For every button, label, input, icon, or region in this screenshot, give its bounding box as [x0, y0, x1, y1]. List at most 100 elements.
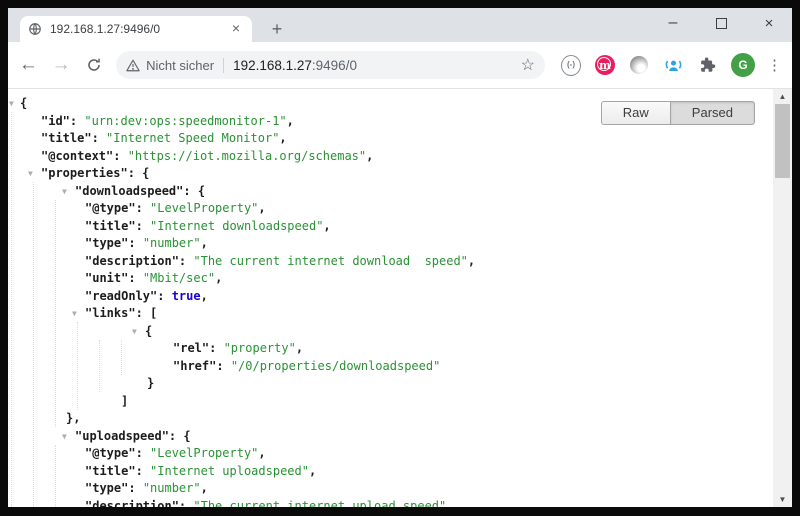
json-line: } [8, 375, 772, 393]
profile-avatar[interactable]: G [731, 53, 755, 77]
collapse-triangle-icon[interactable]: ▼ [62, 428, 67, 446]
page-content: ▼{"id": "urn:dev:ops:speedmonitor-1","ti… [8, 89, 792, 507]
json-punct: : [92, 131, 106, 145]
json-punct: : [136, 464, 150, 478]
collapse-triangle-icon[interactable]: ▼ [132, 323, 137, 341]
json-key: "properties" [41, 166, 128, 180]
back-button[interactable]: ← [16, 52, 41, 78]
globe-favicon-icon [28, 22, 42, 36]
scroll-down-icon[interactable]: ▼ [773, 492, 792, 507]
json-line: "type": "number", [8, 235, 772, 253]
collapse-triangle-icon[interactable]: ▼ [62, 183, 67, 201]
json-line: }, [8, 410, 772, 428]
json-punct: ] [121, 394, 128, 408]
json-punct: , [215, 271, 222, 285]
scroll-up-icon[interactable]: ▲ [773, 89, 792, 104]
json-key: "href" [173, 359, 216, 373]
json-key: "@type" [85, 446, 136, 460]
extensions-puzzle-icon[interactable] [697, 55, 717, 75]
json-line: "href": "/0/properties/downloadspeed" [8, 358, 772, 376]
json-key: "title" [85, 464, 136, 478]
json-string: "The current internet upload speed" [193, 499, 446, 508]
json-punct: : { [128, 166, 150, 180]
json-key: "description" [85, 254, 179, 268]
json-punct: : [179, 254, 193, 268]
json-punct: }, [66, 411, 80, 425]
extension-blue-reader-icon[interactable] [663, 55, 683, 75]
url-host: 192.168.1.27 [233, 58, 312, 73]
raw-button[interactable]: Raw [601, 101, 670, 125]
extension-paren-icon[interactable]: (-) [561, 55, 581, 75]
json-key: "downloadspeed" [75, 184, 183, 198]
address-bar[interactable]: Nicht sicher 192.168.1.27:9496/0 ☆ [116, 51, 545, 79]
json-punct: : [70, 114, 84, 128]
json-string: "LevelProperty" [150, 201, 258, 215]
scrollbar[interactable]: ▲ ▼ [773, 89, 792, 507]
json-punct: , [258, 201, 265, 215]
new-tab-button[interactable]: + [264, 16, 290, 42]
tab-close-icon[interactable]: × [228, 21, 244, 37]
reload-button[interactable] [81, 52, 106, 78]
json-punct: : [ [136, 306, 158, 320]
json-punct: : [113, 149, 127, 163]
json-string: "https://iot.mozilla.org/schemas" [128, 149, 366, 163]
json-string: "Internet downloadspeed" [150, 219, 323, 233]
extension-m-letter: m [599, 59, 611, 72]
json-punct: : [128, 236, 142, 250]
json-line: ] [8, 393, 772, 411]
parsed-button[interactable]: Parsed [670, 101, 755, 125]
json-punct: : [128, 481, 142, 495]
collapse-triangle-icon[interactable]: ▼ [9, 95, 14, 113]
json-key: "title" [85, 219, 136, 233]
json-key: "unit" [85, 271, 128, 285]
json-key: "description" [85, 499, 179, 508]
json-string: "Internet Speed Monitor" [106, 131, 279, 145]
extension-pink-m-icon[interactable]: m [595, 55, 615, 75]
close-button[interactable]: × [760, 14, 778, 32]
json-line: ▼ "properties": { [8, 165, 772, 183]
json-punct: , [279, 131, 286, 145]
forward-button[interactable]: → [49, 52, 74, 78]
collapse-triangle-icon[interactable]: ▼ [72, 305, 77, 323]
json-punct: , [366, 149, 373, 163]
json-string: "number" [143, 236, 201, 250]
json-key: "@type" [85, 201, 136, 215]
extension-orb-icon[interactable] [629, 55, 649, 75]
json-line: ▼"links": [ [8, 305, 772, 323]
json-line: "title": "Internet downloadspeed", [8, 218, 772, 236]
json-key: "id" [41, 114, 70, 128]
bookmark-star-icon[interactable]: ☆ [521, 55, 535, 75]
json-punct: { [20, 96, 27, 110]
json-punct: , [201, 236, 208, 250]
json-punct: , [296, 341, 303, 355]
json-punct: : [209, 341, 223, 355]
omnibox-divider [223, 58, 224, 73]
security-status-text: Nicht sicher [146, 58, 214, 73]
json-string: "Mbit/sec" [143, 271, 215, 285]
collapse-triangle-icon[interactable]: ▼ [28, 165, 33, 183]
json-punct: : [136, 446, 150, 460]
json-line: ▼"uploadspeed": { [8, 428, 772, 446]
json-punct: : [136, 201, 150, 215]
browser-window: 192.168.1.27:9496/0 × + – × ← → Nicht si [8, 8, 792, 507]
minimize-button[interactable]: – [664, 14, 682, 32]
maximize-button[interactable] [712, 14, 730, 32]
json-punct: , [287, 114, 294, 128]
browser-menu-icon[interactable]: ⋮ [767, 56, 782, 74]
url-text: 192.168.1.27:9496/0 [233, 58, 515, 73]
scrollbar-thumb[interactable] [775, 104, 790, 178]
json-punct: , [309, 464, 316, 478]
browser-tab[interactable]: 192.168.1.27:9496/0 × [20, 16, 252, 42]
json-key: "type" [85, 236, 128, 250]
url-path: :9496/0 [312, 58, 357, 73]
maximize-icon [716, 18, 727, 29]
json-key: "type" [85, 481, 128, 495]
json-viewer: ▼{"id": "urn:dev:ops:speedmonitor-1","ti… [8, 89, 772, 507]
json-string: "/0/properties/downloadspeed" [231, 359, 441, 373]
json-punct: : [136, 219, 150, 233]
view-toggle: Raw Parsed [601, 101, 755, 125]
extension-icons: (-) m G [561, 53, 755, 77]
json-line: "unit": "Mbit/sec", [8, 270, 772, 288]
json-line: "rel": "property", [8, 340, 772, 358]
json-punct: , [258, 446, 265, 460]
